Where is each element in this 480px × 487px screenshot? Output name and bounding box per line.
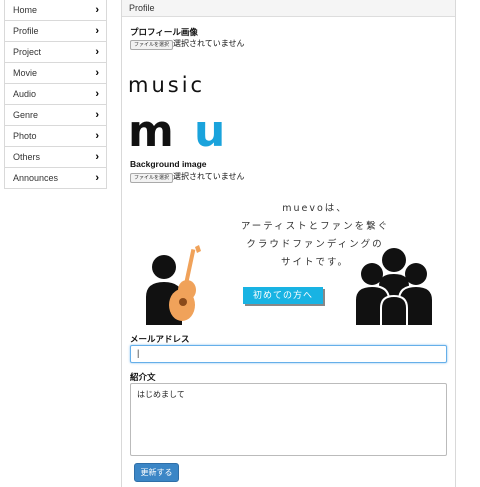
profile-panel: Profile プロフィール画像 ファイルを選択 選択されていません music…	[121, 0, 456, 487]
background-image-label: Background image	[130, 159, 207, 169]
sidebar-item-genre[interactable]: Genre ›	[5, 104, 106, 125]
chevron-right-icon: ›	[95, 130, 99, 142]
chevron-right-icon: ›	[95, 67, 99, 79]
sidebar-item-audio[interactable]: Audio ›	[5, 83, 106, 104]
logo-u-letter: u	[194, 106, 226, 157]
profile-image-label: プロフィール画像	[130, 27, 198, 37]
update-button[interactable]: 更新する	[134, 463, 179, 482]
chevron-right-icon: ›	[95, 25, 99, 37]
background-image-file-button[interactable]: ファイルを選択	[130, 173, 174, 183]
chevron-right-icon: ›	[95, 172, 99, 184]
logo-wordmark: music	[128, 73, 206, 97]
promo-line: アーティストとファンを繋ぐ	[240, 221, 390, 232]
sidebar-item-announces[interactable]: Announces ›	[5, 167, 106, 188]
sidebar-item-label: Project	[13, 47, 42, 57]
logo-m-letter: m	[128, 106, 174, 157]
email-label: メールアドレス	[130, 334, 190, 344]
sidebar-item-others[interactable]: Others ›	[5, 146, 106, 167]
logo-mu: m u	[128, 110, 238, 156]
profile-image-file-status: 選択されていません	[173, 39, 245, 48]
sidebar-item-label: Movie	[13, 68, 38, 78]
fans-group-icon	[355, 248, 433, 326]
sidebar-item-label: Announces	[13, 173, 59, 183]
sidebar-item-movie[interactable]: Movie ›	[5, 62, 106, 83]
promo-line: muevoは、	[282, 203, 348, 214]
email-input-value: |	[137, 348, 140, 358]
sidebar-item-label: Audio	[13, 89, 37, 99]
sidebar-item-label: Home	[13, 5, 38, 15]
chevron-right-icon: ›	[95, 88, 99, 100]
sidebar-item-label: Others	[13, 152, 41, 162]
sidebar-item-profile[interactable]: Profile ›	[5, 20, 106, 41]
background-image-file-status: 選択されていません	[173, 172, 245, 181]
chevron-right-icon: ›	[95, 46, 99, 58]
email-input[interactable]: |	[130, 345, 447, 363]
sidebar-item-project[interactable]: Project ›	[5, 41, 106, 62]
sidebar-item-label: Photo	[13, 131, 37, 141]
sidebar-item-label: Genre	[13, 110, 39, 120]
sidebar-item-photo[interactable]: Photo ›	[5, 125, 106, 146]
artist-guitar-icon	[146, 245, 201, 325]
sidebar-nav: Home › Profile › Project › Movie › Audio…	[4, 0, 107, 189]
intro-textarea[interactable]: はじめまして	[130, 383, 447, 456]
intro-label: 紹介文	[130, 372, 156, 382]
panel-title: Profile	[122, 0, 455, 17]
sidebar-item-home[interactable]: Home ›	[5, 0, 106, 20]
chevron-right-icon: ›	[95, 151, 99, 163]
first-time-button[interactable]: 初めての方へ	[243, 287, 323, 304]
chevron-right-icon: ›	[95, 109, 99, 121]
profile-image-file-button[interactable]: ファイルを選択	[130, 40, 174, 50]
chevron-right-icon: ›	[95, 4, 99, 16]
sidebar-item-label: Profile	[13, 26, 39, 36]
